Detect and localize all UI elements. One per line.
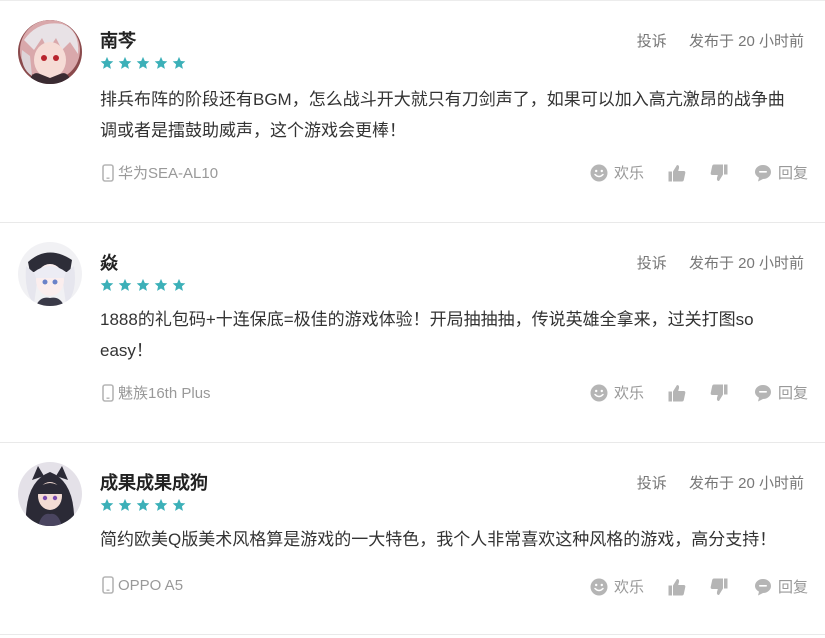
star-icon — [172, 278, 186, 292]
username[interactable]: 焱 — [100, 249, 118, 275]
avatar[interactable] — [18, 462, 82, 526]
happy-button[interactable]: 欢乐 — [590, 162, 644, 183]
device-info: 华为SEA-AL10 — [102, 162, 218, 183]
star-rating — [100, 56, 186, 70]
review-actions: 欢乐 回复 — [590, 382, 808, 403]
review-footer: OPPO A5 欢乐 回复 — [0, 576, 825, 598]
happy-label: 欢乐 — [613, 385, 644, 402]
star-icon — [136, 278, 150, 292]
review-content: 简约欧美Q版美术风格算是游戏的一大特色，我个人非常喜欢这种风格的游戏，高分支持！ — [100, 530, 777, 549]
reply-button[interactable]: 回复 — [754, 162, 808, 183]
thumbs-up-icon — [668, 384, 686, 401]
star-icon — [118, 498, 132, 512]
username[interactable]: 成果成果成狗 — [100, 469, 208, 495]
star-icon — [172, 56, 186, 70]
post-time: 发布于 20 小时前 — [688, 33, 804, 50]
dislike-button[interactable] — [710, 164, 728, 182]
review-actions: 欢乐 回复 — [590, 162, 808, 183]
star-icon — [172, 498, 186, 512]
thumbs-up-icon — [668, 578, 686, 595]
report-link[interactable]: 投诉 — [637, 33, 667, 50]
phone-icon — [102, 576, 114, 594]
smiley-icon — [590, 164, 608, 181]
star-icon — [154, 278, 168, 292]
star-icon — [118, 56, 132, 70]
device-info: OPPO A5 — [102, 576, 183, 594]
device-name: 华为SEA-AL10 — [118, 165, 219, 182]
report-link[interactable]: 投诉 — [637, 255, 667, 272]
star-icon — [154, 56, 168, 70]
dislike-button[interactable] — [710, 384, 728, 402]
like-button[interactable] — [668, 384, 686, 402]
phone-icon — [102, 163, 114, 182]
review-item: 焱 投诉 发布于 20 小时前 1888的礼包码+十连保底=极佳的游戏体验！开局… — [0, 222, 825, 442]
device-name: OPPO A5 — [118, 576, 184, 594]
thumbs-down-icon — [710, 164, 728, 181]
star-icon — [100, 56, 114, 70]
review-meta: 投诉 发布于 20 小时前 — [637, 252, 804, 273]
star-icon — [100, 498, 114, 512]
device-name: 魅族16th Plus — [118, 385, 211, 402]
review-actions: 欢乐 回复 — [590, 576, 808, 597]
review-item: 成果成果成狗 投诉 发布于 20 小时前 简约欧美Q版美术风格算是游戏的一大特色… — [0, 442, 825, 634]
star-icon — [136, 56, 150, 70]
comment-icon — [754, 384, 771, 401]
like-button[interactable] — [668, 164, 686, 182]
reply-label: 回复 — [777, 579, 808, 596]
smiley-icon — [590, 578, 608, 595]
comment-icon — [754, 164, 771, 181]
review-item: 南芩 投诉 发布于 20 小时前 排兵布阵的阶段还有BGM，怎么战斗开大就只有刀… — [0, 0, 825, 222]
review-meta: 投诉 发布于 20 小时前 — [637, 30, 804, 51]
reply-button[interactable]: 回复 — [754, 382, 808, 403]
happy-button[interactable]: 欢乐 — [590, 576, 644, 597]
like-button[interactable] — [668, 578, 686, 596]
smiley-icon — [590, 384, 608, 401]
review-footer: 华为SEA-AL10 欢乐 回复 — [0, 162, 825, 184]
star-icon — [100, 278, 114, 292]
device-info: 魅族16th Plus — [102, 382, 211, 403]
star-icon — [154, 498, 168, 512]
reply-label: 回复 — [777, 165, 808, 182]
happy-label: 欢乐 — [613, 579, 644, 596]
review-content: 排兵布阵的阶段还有BGM，怎么战斗开大就只有刀剑声了，如果可以加入高亢激昂的战争… — [100, 90, 785, 140]
avatar[interactable] — [18, 20, 82, 84]
comment-icon — [754, 578, 771, 595]
dislike-button[interactable] — [710, 578, 728, 596]
thumbs-down-icon — [710, 384, 728, 401]
username[interactable]: 南芩 — [100, 27, 136, 53]
phone-icon — [102, 383, 114, 402]
star-icon — [136, 498, 150, 512]
happy-button[interactable]: 欢乐 — [590, 382, 644, 403]
thumbs-up-icon — [668, 164, 686, 181]
star-icon — [118, 278, 132, 292]
review-footer: 魅族16th Plus 欢乐 回复 — [0, 382, 825, 404]
thumbs-down-icon — [710, 578, 728, 595]
happy-label: 欢乐 — [613, 165, 644, 182]
reply-button[interactable]: 回复 — [754, 576, 808, 597]
report-link[interactable]: 投诉 — [637, 475, 667, 492]
review-divider — [0, 634, 825, 635]
star-rating — [100, 498, 186, 512]
post-time: 发布于 20 小时前 — [688, 475, 804, 492]
avatar[interactable] — [18, 242, 82, 306]
review-meta: 投诉 发布于 20 小时前 — [637, 472, 804, 493]
review-content: 1888的礼包码+十连保底=极佳的游戏体验！开局抽抽抽，传说英雄全拿来，过关打图… — [100, 310, 754, 360]
post-time: 发布于 20 小时前 — [688, 255, 804, 272]
reply-label: 回复 — [777, 385, 808, 402]
star-rating — [100, 278, 186, 292]
